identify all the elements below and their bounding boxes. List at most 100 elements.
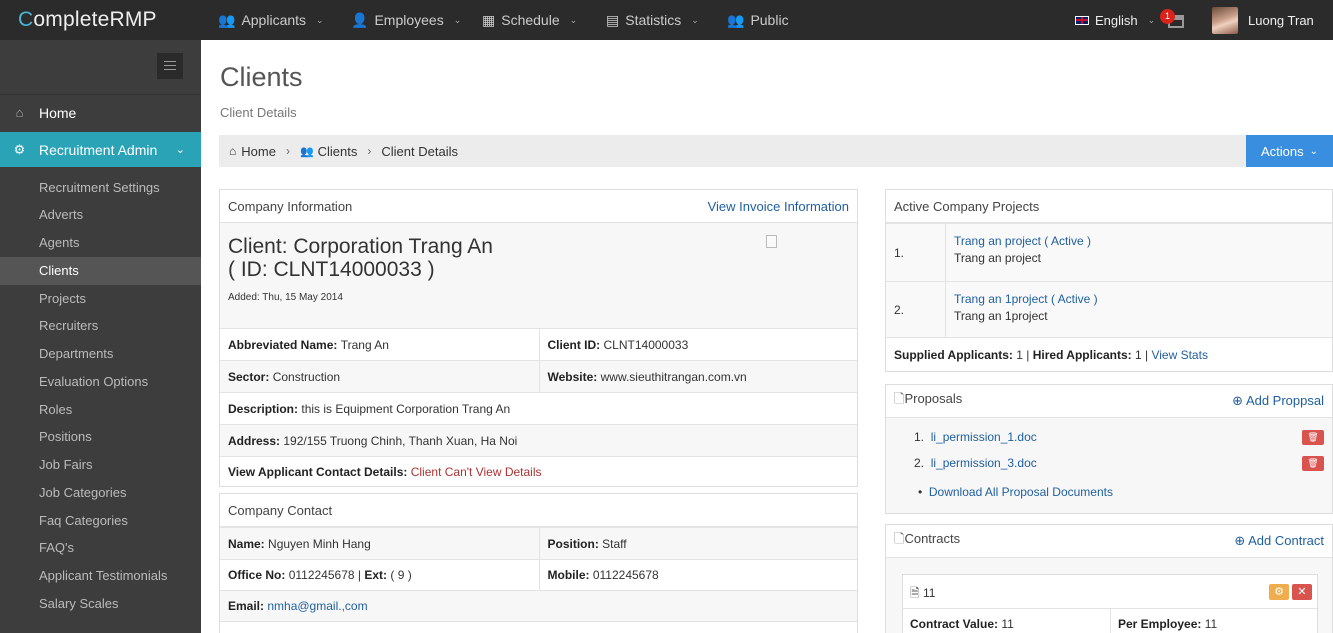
download-all-link[interactable]: Download All Proposal Documents: [929, 485, 1113, 499]
sidebar-item-recruiters[interactable]: Recruiters: [0, 312, 201, 340]
email-link[interactable]: nmha@gmail.,com: [267, 599, 367, 613]
office-number: Office No: 0112245678 | Ext: ( 9 ): [228, 568, 412, 582]
chevron-down-icon: ⌄: [1147, 14, 1156, 25]
mobile-number: Mobile: 0112245678: [538, 560, 858, 590]
chevron-down-icon: ⌄: [316, 14, 324, 25]
document-icon: 🗎: [910, 586, 920, 600]
nav-applicants[interactable]: 👥 Applicants ⌄: [218, 0, 324, 40]
nav-statistics[interactable]: ▤ Statistics ⌄: [606, 0, 699, 40]
delete-proposal-button[interactable]: 🗑: [1302, 456, 1324, 471]
delete-proposal-button[interactable]: 🗑: [1302, 430, 1324, 445]
nav-public[interactable]: 👥 Public: [727, 0, 789, 40]
panel-header: 🗋Proposals ⊕ Add Proppsal: [886, 385, 1332, 418]
sidebar-item-positions[interactable]: Positions: [0, 423, 201, 451]
users-icon: 👥: [218, 11, 236, 28]
description: Description: this is Equipment Corporati…: [228, 401, 511, 416]
file-icon: 🗋: [894, 531, 905, 546]
chevron-right-icon: ›: [285, 144, 290, 158]
sidebar-item-job-categories[interactable]: Job Categories: [0, 479, 201, 507]
sidebar-item-clients[interactable]: Clients: [0, 257, 201, 285]
chevron-down-icon: ⌄: [175, 144, 185, 156]
contact-position: Position: Staff: [538, 528, 858, 559]
breadcrumb-current: Client Details: [381, 143, 458, 159]
address: Address: 192/155 Truong Chinh, Thanh Xua…: [228, 433, 518, 448]
view-stats-link[interactable]: View Stats: [1151, 348, 1207, 362]
avatar[interactable]: [1212, 7, 1238, 34]
panel-header: Company Contact: [220, 494, 857, 527]
edit-contract-button[interactable]: ⚙: [1269, 584, 1289, 600]
delete-contract-button[interactable]: ✕: [1292, 584, 1312, 600]
panel-header: 🗋Contracts ⊕ Add Contract: [886, 525, 1332, 558]
contract-card: 🗎 11 ⚙ ✕ Contract Value: 11 Per Employee…: [902, 574, 1318, 633]
added-date: Added: Thu, 15 May 2014: [228, 292, 343, 303]
project-name: Trang an 1project: [954, 309, 1048, 323]
panel-header: Active Company Projects: [886, 190, 1332, 223]
image-placeholder-icon: [766, 235, 777, 248]
plus-circle-icon: ⊕: [1234, 533, 1246, 548]
sidebar-toggle-button[interactable]: [157, 53, 183, 79]
plus-circle-icon: ⊕: [1232, 393, 1244, 408]
gear-icon: ⚙: [13, 141, 26, 157]
page-subtitle: Client Details: [220, 105, 297, 120]
project-row: 1. Trang an project ( Active ) Trang an …: [886, 223, 1332, 281]
sidebar-item-roles[interactable]: Roles: [0, 396, 201, 424]
sidebar-item-evaluation-options[interactable]: Evaluation Options: [0, 368, 201, 396]
sidebar-item-projects[interactable]: Projects: [0, 285, 201, 313]
website: Website: www.sieuthitrangan.com.vn: [538, 361, 858, 392]
list-item: • Download All Proposal Documents: [918, 485, 1113, 499]
contact-email: Email: nmha@gmail.,com: [228, 599, 368, 613]
chevron-down-icon: ⌄: [691, 14, 699, 25]
cogs-icon: ⚙: [1274, 586, 1284, 598]
users-icon: 👥: [727, 11, 745, 28]
sidebar-item-job-fairs[interactable]: Job Fairs: [0, 451, 201, 479]
contact-name: Name: Nguyen Minh Hang: [228, 536, 371, 551]
sidebar-item-salary-scales[interactable]: Salary Scales: [0, 590, 201, 618]
proposal-file-link[interactable]: li_permission_1.doc: [931, 430, 1037, 444]
file-icon: 🗋: [894, 391, 905, 406]
view-invoice-link[interactable]: View Invoice Information: [708, 199, 849, 214]
hamburger-icon: [164, 61, 176, 62]
proposal-list: 1. li_permission_1.doc 🗑 2. li_permissio…: [886, 418, 1332, 513]
breadcrumb-home[interactable]: Home: [241, 144, 276, 159]
company-information-panel: Company Information View Invoice Informa…: [219, 189, 858, 487]
user-menu[interactable]: Luong Tran: [1248, 0, 1314, 40]
nav-schedule[interactable]: ▦ Schedule ⌄: [482, 0, 577, 40]
close-icon: ✕: [1297, 586, 1307, 598]
sidebar-item-recruitment-settings[interactable]: Recruitment Settings: [0, 174, 201, 202]
per-employee: Per Employee: 11: [1118, 617, 1218, 631]
project-name: Trang an project: [954, 251, 1041, 265]
language-selector[interactable]: English ⌄: [1075, 0, 1155, 40]
sidebar-item-applicant-testimonials[interactable]: Applicant Testimonials: [0, 562, 201, 590]
contract-title: 11: [923, 586, 936, 600]
applicant-stats: Supplied Applicants: 1 | Hired Applicant…: [894, 347, 1208, 362]
client-name: Client: Corporation Trang An: [228, 235, 493, 258]
chevron-down-icon: ⌄: [1309, 145, 1319, 157]
project-link[interactable]: Trang an 1project ( Active ): [954, 292, 1098, 306]
sidebar-item-faqs[interactable]: FAQ's: [0, 534, 201, 562]
client-id: Client ID: CLNT14000033: [538, 329, 858, 360]
sidebar: ⌂ Home ⚙ Recruitment Admin ⌄ Recruitment…: [0, 40, 201, 633]
users-icon: 👥: [299, 145, 314, 158]
notification-badge[interactable]: 1: [1160, 9, 1175, 24]
sidebar-item-recruitment-admin[interactable]: ⚙ Recruitment Admin ⌄: [0, 132, 201, 167]
list-item: 1. li_permission_1.doc: [914, 430, 1037, 444]
proposal-file-link[interactable]: li_permission_3.doc: [931, 456, 1037, 470]
chevron-down-icon: ⌄: [453, 14, 462, 25]
breadcrumb: ⌂ Home › 👥 Clients › Client Details: [219, 135, 1333, 167]
project-link[interactable]: Trang an project ( Active ): [954, 234, 1091, 248]
nav-employees[interactable]: 👤 Employees ⌄: [351, 0, 461, 40]
sidebar-item-home[interactable]: ⌂ Home: [0, 95, 201, 130]
sidebar-item-adverts[interactable]: Adverts: [0, 201, 201, 229]
add-proposal-button[interactable]: ⊕ Add Proppsal: [1232, 393, 1324, 409]
trash-icon: 🗑: [1307, 458, 1319, 468]
sidebar-item-agents[interactable]: Agents: [0, 229, 201, 257]
sidebar-item-departments[interactable]: Departments: [0, 340, 201, 368]
sidebar-item-faq-categories[interactable]: Faq Categories: [0, 507, 201, 535]
trash-icon: 🗑: [1307, 432, 1319, 442]
breadcrumb-clients[interactable]: Clients: [318, 144, 358, 159]
app-logo[interactable]: CompleteRMP: [18, 8, 157, 32]
client-id-heading: ( ID: CLNT14000033 ): [228, 258, 435, 281]
actions-button[interactable]: Actions ⌄: [1246, 135, 1333, 167]
contract-value: Contract Value: 11: [910, 617, 1014, 631]
add-contract-button[interactable]: ⊕ Add Contract: [1234, 533, 1324, 549]
